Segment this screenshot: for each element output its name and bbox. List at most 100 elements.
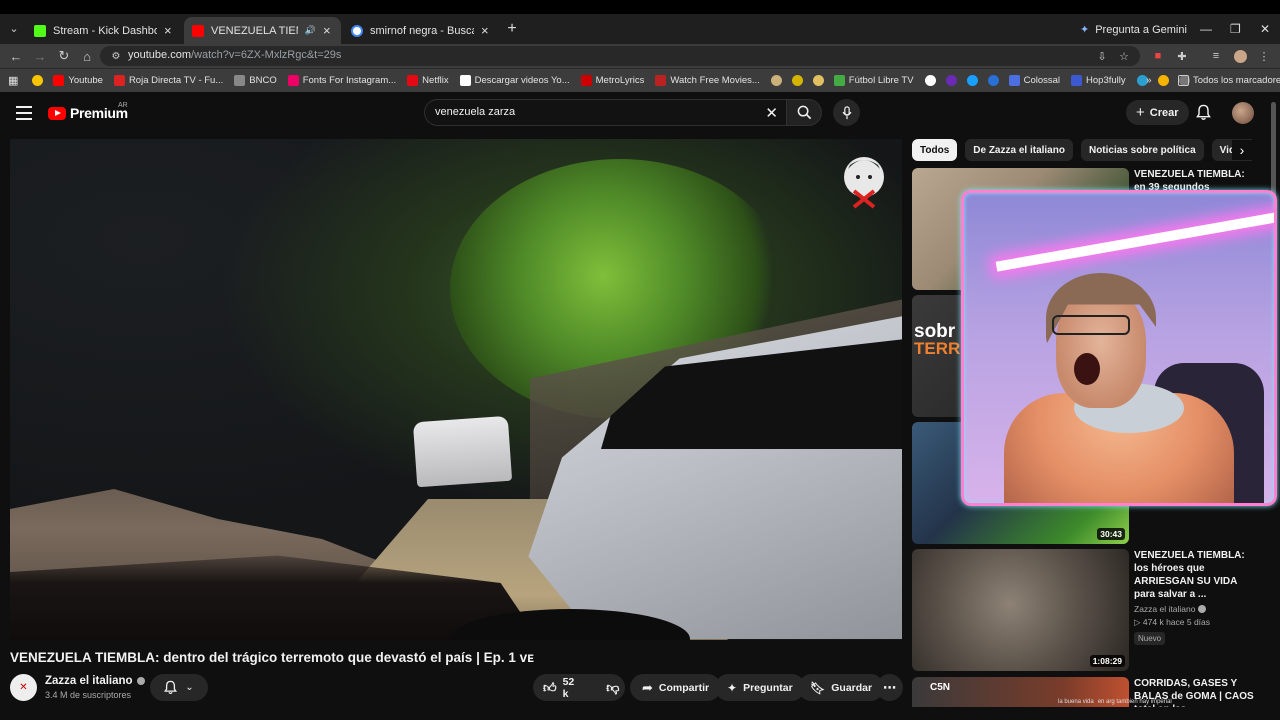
bookmark-favicon-icon[interactable] [966, 75, 978, 86]
close-tab-icon[interactable]: × [164, 23, 174, 38]
recommended-views-age: 474 k hace 5 días [1142, 617, 1211, 627]
chip-politics-news[interactable]: Noticias sobre política [1080, 139, 1204, 161]
bookmark-favicon-icon[interactable] [924, 75, 936, 86]
microphone-icon [842, 105, 851, 119]
extension-red-icon[interactable]: ■ [1150, 48, 1166, 64]
tab-youtube-video[interactable]: VENEZUELA TIEMBLA: dentr 🔊 × [184, 17, 341, 44]
account-avatar[interactable] [1232, 102, 1254, 124]
bookmark-favicon-icon[interactable] [770, 75, 782, 86]
recommended-video[interactable]: 1:08:29 VENEZUELA TIEMBLA: los héroes qu… [912, 549, 1257, 671]
more-bookmarks-icon[interactable]: » [1146, 75, 1152, 86]
bookmark-item[interactable]: MetroLyrics [580, 75, 644, 86]
bookmark-label: BNCO [249, 75, 277, 86]
create-button[interactable]: + Crear [1126, 100, 1189, 125]
new-tab-button[interactable]: + [503, 20, 521, 38]
bookmark-favicon-icon [113, 75, 125, 86]
url-text[interactable]: youtube.com/watch?v=6ZX-MxlzRgc&t=29s [128, 49, 341, 61]
tab-kick-dashboard[interactable]: Stream - Kick Dashboard × [26, 17, 182, 44]
bookmarks-bar: ▦ Youtube Roja Directa TV - Fu... BNCO Font… [0, 68, 1280, 92]
new-badge: Nuevo [1134, 632, 1166, 645]
bookmark-item[interactable]: Descargar videos Yo... [459, 75, 570, 86]
subscription-notifications-button[interactable]: ⌄ [150, 674, 208, 701]
bookmark-item[interactable]: BNCO [234, 75, 277, 86]
extensions-puzzle-icon[interactable]: ✚ [1174, 48, 1190, 64]
thumbnail-text: C5N [930, 682, 951, 693]
tab-google-search[interactable]: smirnof negra - Buscar con Goo × [343, 17, 499, 44]
bookmark-item[interactable]: Fútbol Libre TV [833, 75, 914, 86]
reload-icon[interactable]: ↻ [56, 48, 72, 64]
more-actions-button[interactable]: ⋯ [876, 674, 903, 701]
bookmark-favicon-icon[interactable] [791, 75, 803, 86]
bookmark-star-icon[interactable]: ☆ [1116, 48, 1132, 64]
chat-message: la buena vida [1058, 699, 1094, 705]
channel-watermark-icon[interactable] [840, 151, 888, 211]
all-bookmarks-folder[interactable]: Todos los marcadores [1178, 75, 1280, 86]
bookmark-favicon-icon[interactable] [32, 75, 44, 86]
menu-hamburger-icon[interactable] [16, 106, 32, 124]
gemini-label: Pregunta a Gemini [1095, 23, 1187, 36]
chip-from-channel[interactable]: De Zazza el italiano [965, 139, 1073, 161]
profile-avatar-icon[interactable] [1232, 48, 1248, 64]
bookmark-favicon-icon[interactable] [812, 75, 824, 86]
site-info-icon[interactable]: ⚙ [108, 48, 124, 64]
region-code: AR [118, 102, 128, 109]
tab-search-button[interactable]: ⌄ [4, 18, 24, 38]
ask-label: Preguntar [743, 681, 793, 694]
search-input[interactable]: venezuela zarza ✕ [424, 99, 786, 126]
voice-search-button[interactable] [833, 99, 860, 126]
media-queue-icon[interactable]: ≡ [1208, 48, 1224, 64]
bookmark-favicon-icon[interactable] [1157, 75, 1169, 86]
bookmark-favicon-icon [407, 75, 419, 86]
channel-name-link[interactable]: Zazza el italiano [45, 675, 145, 687]
home-icon[interactable]: ⌂ [79, 48, 95, 64]
bookmark-label: Hop3fully [1086, 75, 1126, 86]
gemini-button[interactable]: ✦ Pregunta a Gemini [1080, 23, 1187, 37]
youtube-premium-logo[interactable]: Premium [48, 105, 128, 121]
browser-menu-icon[interactable]: ⋮ [1256, 48, 1272, 64]
close-tab-icon[interactable]: × [323, 23, 333, 38]
share-button[interactable]: ➦ Compartir [630, 674, 722, 701]
youtube-masthead: Premium AR venezuela zarza ✕ + Crear [0, 94, 1280, 134]
folder-icon [1178, 75, 1189, 86]
like-button[interactable]: 👍︎ 52 k [533, 674, 584, 701]
audio-playing-icon[interactable]: 🔊 [305, 25, 316, 36]
close-tab-icon[interactable]: × [481, 23, 491, 38]
apps-grid-icon[interactable]: ▦ [8, 74, 18, 87]
like-count: 52 k [562, 675, 575, 700]
video-duration: 30:43 [1097, 528, 1125, 540]
related-filter-chips: Todos De Zazza el italiano Noticias sobr… [912, 139, 1252, 161]
bookmark-item[interactable]: Fonts For Instagram... [287, 75, 396, 86]
bookmark-favicon-icon[interactable] [987, 75, 999, 86]
chevron-right-icon[interactable]: › [1232, 140, 1252, 160]
bookmark-item[interactable]: Netflix [407, 75, 449, 86]
bookmark-item[interactable]: Youtube [53, 75, 103, 86]
views-icon: ▷ [1134, 617, 1141, 627]
bookmark-label: Youtube [68, 75, 103, 86]
channel-avatar[interactable]: ✕ [10, 674, 37, 701]
tab-title: Stream - Kick Dashboard [53, 24, 157, 37]
bookmark-item[interactable]: Colossal [1008, 75, 1060, 86]
ask-button[interactable]: ✦ Preguntar [715, 674, 805, 701]
recommended-channel-row[interactable]: Zazza el italiano [1134, 604, 1259, 614]
chip-all[interactable]: Todos [912, 139, 958, 161]
all-bookmarks-label: Todos los marcadores [1193, 75, 1280, 86]
bookmark-item[interactable]: Roja Directa TV - Fu... [113, 75, 223, 86]
search-button[interactable] [786, 99, 822, 126]
bookmark-favicon-icon[interactable] [945, 75, 957, 86]
forward-arrow-icon[interactable]: → [32, 48, 48, 64]
video-thumbnail[interactable]: 1:08:29 [912, 549, 1129, 671]
restore-icon[interactable]: ❐ [1230, 22, 1241, 36]
minimize-icon[interactable]: — [1200, 22, 1212, 36]
verified-check-icon [136, 677, 145, 685]
bookmark-item[interactable]: Hop3fully [1071, 75, 1126, 86]
save-button[interactable]: 🔖︎ Guardar [798, 674, 885, 701]
back-arrow-icon[interactable]: ← [8, 48, 24, 64]
bookmark-item[interactable]: Watch Free Movies... [655, 75, 760, 86]
close-window-icon[interactable]: ✕ [1260, 22, 1270, 36]
install-app-icon[interactable]: ⇩ [1094, 48, 1110, 64]
recommended-channel: Zazza el italiano [1134, 604, 1196, 614]
video-player[interactable] [10, 139, 902, 640]
clear-search-icon[interactable]: ✕ [765, 104, 778, 122]
notifications-button[interactable] [1196, 104, 1211, 124]
dislike-button[interactable]: 👎︎ [596, 674, 629, 701]
